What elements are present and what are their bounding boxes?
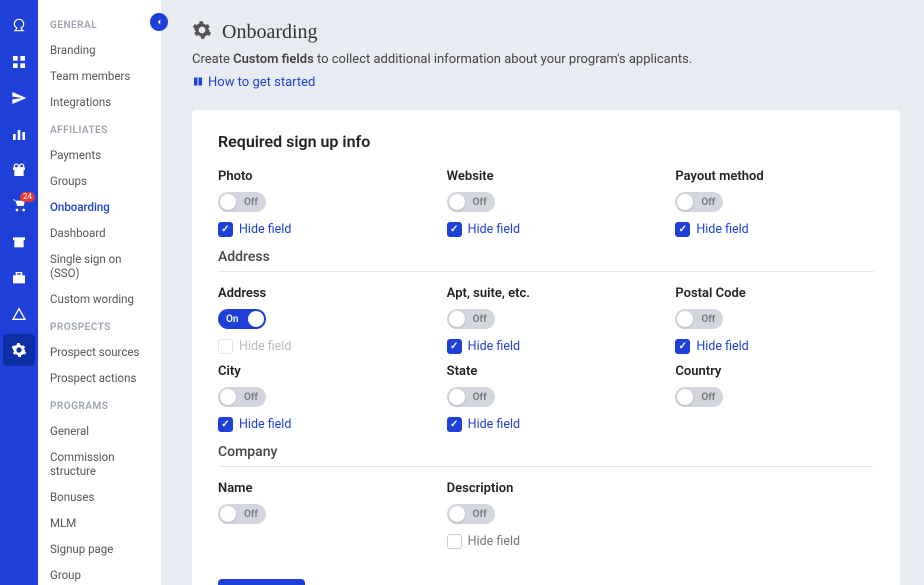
field-label: Photo: [218, 169, 417, 184]
section-title: Company: [218, 444, 874, 467]
sidebar-item-general[interactable]: General: [38, 418, 161, 444]
sidebar-item-onboarding[interactable]: Onboarding: [38, 194, 161, 220]
page-subtitle: Create Custom fields to collect addition…: [192, 52, 900, 67]
sidebar-item-mlm[interactable]: MLM: [38, 510, 161, 536]
sidebar-item-prospect-actions[interactable]: Prospect actions: [38, 365, 161, 391]
field-label: Apt, suite, etc.: [447, 286, 646, 301]
sidebar-item-branding[interactable]: Branding: [38, 37, 161, 63]
hide-field-checkbox[interactable]: Hide field: [447, 339, 646, 354]
field-col: Name Off: [218, 481, 417, 549]
hide-field-checkbox[interactable]: Hide field: [218, 417, 417, 432]
field-col: Address On Hide field: [218, 286, 417, 354]
sidebar-item-dashboard[interactable]: Dashboard: [38, 220, 161, 246]
page-header: Onboarding: [192, 20, 900, 44]
sidebar-section-label: AFFILIATES: [38, 115, 161, 142]
sidebar-item-single-sign-on-sso-[interactable]: Single sign on (SSO): [38, 246, 161, 286]
toggle-address[interactable]: On: [218, 309, 266, 329]
sidebar-item-integrations[interactable]: Integrations: [38, 89, 161, 115]
field-label: Website: [447, 169, 646, 184]
hide-field-checkbox[interactable]: Hide field: [218, 222, 417, 237]
sidebar-item-custom-wording[interactable]: Custom wording: [38, 286, 161, 312]
sidebar-item-team-members[interactable]: Team members: [38, 63, 161, 89]
toggle-name[interactable]: Off: [218, 504, 266, 524]
field-label: Country: [675, 364, 874, 379]
rail-send-icon[interactable]: [3, 82, 35, 114]
field-col: State Off Hide field: [447, 364, 646, 432]
rail-cart-icon[interactable]: 24: [3, 190, 35, 222]
field-col: Postal Code Off Hide field: [675, 286, 874, 354]
field-label: Payout method: [675, 169, 874, 184]
sidebar-section-label: PROSPECTS: [38, 312, 161, 339]
settings-sidebar: GENERALBrandingTeam membersIntegrationsA…: [38, 0, 162, 585]
field-col: Description Off Hide field: [447, 481, 646, 549]
toggle-description[interactable]: Off: [447, 504, 495, 524]
field-col: Country Off: [675, 364, 874, 432]
sidebar-item-group[interactable]: Group: [38, 562, 161, 585]
field-col: Website Off Hide field: [447, 169, 646, 237]
page-title: Onboarding: [222, 21, 318, 44]
hide-field-checkbox[interactable]: Hide field: [447, 534, 646, 549]
toggle-payout-method[interactable]: Off: [675, 192, 723, 212]
field-col: City Off Hide field: [218, 364, 417, 432]
sidebar-item-groups[interactable]: Groups: [38, 168, 161, 194]
toggle-state[interactable]: Off: [447, 387, 495, 407]
collapse-sidebar-button[interactable]: [150, 13, 168, 31]
field-label: City: [218, 364, 417, 379]
hide-field-checkbox[interactable]: Hide field: [447, 222, 646, 237]
toggle-website[interactable]: Off: [447, 192, 495, 212]
help-link[interactable]: How to get started: [192, 75, 315, 90]
sidebar-item-bonuses[interactable]: Bonuses: [38, 484, 161, 510]
sidebar-section-label: GENERAL: [38, 10, 161, 37]
section-title: Address: [218, 249, 874, 272]
sidebar-item-signup-page[interactable]: Signup page: [38, 536, 161, 562]
rail-settings-icon[interactable]: [3, 334, 35, 366]
toggle-photo[interactable]: Off: [218, 192, 266, 212]
card-heading: Required sign up info: [218, 132, 874, 151]
field-col: Photo Off Hide field: [218, 169, 417, 237]
field-label: Address: [218, 286, 417, 301]
field-row: Name Off Description Off Hide field: [218, 481, 874, 549]
rail-gift-icon[interactable]: [3, 154, 35, 186]
sidebar-item-payments[interactable]: Payments: [38, 142, 161, 168]
toggle-apt-suite-etc-[interactable]: Off: [447, 309, 495, 329]
save-button[interactable]: Save: [218, 579, 305, 585]
hide-field-checkbox[interactable]: Hide field: [447, 417, 646, 432]
field-label: State: [447, 364, 646, 379]
toggle-postal-code[interactable]: Off: [675, 309, 723, 329]
sidebar-section-label: PROGRAMS: [38, 391, 161, 418]
field-label: Postal Code: [675, 286, 874, 301]
rail-badge: 24: [20, 192, 35, 202]
field-label: Name: [218, 481, 417, 496]
rail-logo[interactable]: [3, 10, 35, 42]
icon-rail: 24: [0, 0, 38, 585]
field-row: PhotoOffHide fieldWebsiteOffHide fieldPa…: [218, 169, 874, 237]
hide-field-checkbox: Hide field: [218, 339, 417, 354]
hide-field-checkbox[interactable]: Hide field: [675, 339, 874, 354]
field-row: City Off Hide field State Off Hide field Count…: [218, 364, 874, 432]
field-row: Address On Hide field Apt, suite, etc. Off Hi…: [218, 286, 874, 354]
book-icon: [192, 76, 204, 88]
gear-icon: [192, 20, 212, 44]
field-col: Payout method Off Hide field: [675, 169, 874, 237]
field-label: Description: [447, 481, 646, 496]
rail-archive-icon[interactable]: [3, 226, 35, 258]
rail-triangle-icon[interactable]: [3, 298, 35, 330]
rail-briefcase-icon[interactable]: [3, 262, 35, 294]
rail-stats-icon[interactable]: [3, 118, 35, 150]
sidebar-item-commission-structure[interactable]: Commission structure: [38, 444, 161, 484]
field-col: Apt, suite, etc. Off Hide field: [447, 286, 646, 354]
required-info-card: Required sign up info Photo Off Hide field…: [192, 110, 900, 585]
main-content: Onboarding Create Custom fields to colle…: [162, 0, 924, 585]
rail-dashboard-icon[interactable]: [3, 46, 35, 78]
toggle-country[interactable]: Off: [675, 387, 723, 407]
hide-field-checkbox[interactable]: Hide field: [675, 222, 874, 237]
sidebar-item-prospect-sources[interactable]: Prospect sources: [38, 339, 161, 365]
toggle-city[interactable]: Off: [218, 387, 266, 407]
